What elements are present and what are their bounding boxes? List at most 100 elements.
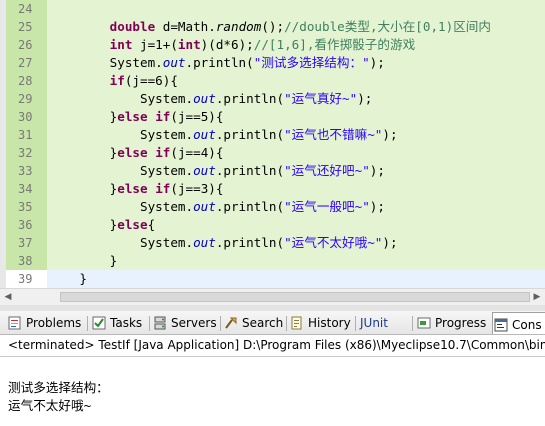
line-number: 33 <box>6 162 47 180</box>
scroll-left-icon[interactable]: ◀ <box>2 291 14 303</box>
code-text-area[interactable]: double d=Math.random();//double类型,大小在[0,… <box>47 0 545 288</box>
code-token: } <box>49 181 118 196</box>
line-number: 38 <box>6 252 47 270</box>
console-output-line: 测试多选择结构： <box>8 380 109 395</box>
code-token: j=1+( <box>132 37 178 52</box>
code-line[interactable]: System.out.println("运气还好吧~"); <box>47 162 545 180</box>
views-tab-bar: Problems Tasks Servers Search History JU… <box>0 311 545 335</box>
code-line[interactable]: } <box>47 252 545 270</box>
code-line[interactable] <box>47 0 545 18</box>
method-token: random <box>215 19 262 34</box>
line-number: 34 <box>6 180 47 198</box>
code-token: ); <box>382 235 398 250</box>
code-line[interactable]: } <box>47 270 545 288</box>
tab-label: Problems <box>26 316 82 330</box>
line-number: 35 <box>6 198 47 216</box>
tab-label: History <box>308 316 351 330</box>
tab-label: Progress <box>435 316 487 330</box>
string-token: "运气还好吧~" <box>284 163 370 178</box>
tab-label: JUnit <box>360 316 388 330</box>
code-token: } <box>49 271 87 286</box>
search-icon <box>223 315 239 331</box>
console-output[interactable]: 测试多选择结构： 运气不太好哦~ <box>0 357 545 426</box>
field-token: out <box>162 55 186 70</box>
line-number: 37 <box>6 234 47 252</box>
field-token: out <box>193 163 216 178</box>
tab-problems[interactable]: Problems <box>7 313 81 333</box>
tab-progress[interactable]: Progress <box>416 313 486 333</box>
servers-icon <box>152 315 168 331</box>
code-line[interactable]: if(j==6){ <box>47 72 545 90</box>
code-token: ); <box>357 91 373 106</box>
code-line[interactable]: System.out.println("运气真好~"); <box>47 90 545 108</box>
line-number: 30 <box>6 108 47 126</box>
code-line[interactable]: }else if(j==4){ <box>47 144 545 162</box>
code-token: .println( <box>215 235 285 250</box>
tab-console[interactable]: Cons <box>492 312 545 334</box>
line-number: 39 <box>18 272 33 286</box>
keyword-token: else <box>117 217 148 232</box>
code-line-text: double d=Math.random();//double类型,大小在[0,… <box>49 18 491 36</box>
code-line[interactable]: System.out.println("运气也不错嘛~"); <box>47 126 545 144</box>
code-token: (); <box>261 19 285 34</box>
scroll-right-icon[interactable]: ▶ <box>531 291 543 303</box>
keyword-token: else <box>117 181 148 196</box>
history-icon <box>289 315 305 331</box>
string-token: "运气真好~" <box>284 91 358 106</box>
code-token: } <box>49 253 118 268</box>
keyword-token: if <box>155 109 171 124</box>
code-token: .println( <box>215 91 285 106</box>
tab-separator <box>355 316 356 331</box>
keyword-token: if <box>155 181 171 196</box>
code-token: (j==4){ <box>170 145 224 160</box>
code-token: ); <box>369 163 385 178</box>
code-line-text: } <box>49 252 118 270</box>
code-line[interactable]: }else{ <box>47 216 545 234</box>
code-line-text: System.out.println("运气一般吧~"); <box>49 198 385 216</box>
code-line-text: System.out.println("运气还好吧~"); <box>49 162 385 180</box>
code-line[interactable]: }else if(j==3){ <box>47 180 545 198</box>
tab-search[interactable]: Search <box>223 313 283 333</box>
tab-history[interactable]: History <box>289 313 351 333</box>
keyword-token: else <box>117 145 148 160</box>
string-token: "测试多选择结构：" <box>253 55 370 70</box>
tab-junit[interactable]: JUnit <box>360 313 388 333</box>
line-number: 36 <box>6 216 47 234</box>
editor-horizontal-scrollbar[interactable]: ◀ ▶ <box>0 288 545 305</box>
code-line[interactable]: }else if(j==5){ <box>47 108 545 126</box>
code-line-text: int j=1+(int)(d*6);//[1,6],看作掷骰子的游戏 <box>49 36 416 54</box>
code-token: } <box>49 109 118 124</box>
field-token: out <box>193 127 216 142</box>
code-token: .println( <box>215 127 285 142</box>
scrollbar-thumb[interactable] <box>60 292 530 302</box>
code-editor[interactable]: 24 25 26 27 28 29 30 31 32 33 34 35 36 37 38 39 double … <box>0 0 545 288</box>
tab-tasks[interactable]: Tasks <box>91 313 142 333</box>
problems-icon <box>7 315 23 331</box>
tab-label: Servers <box>171 316 217 330</box>
code-line[interactable]: System.out.println("运气不太好哦~"); <box>47 234 545 252</box>
line-number-gutter: 24 25 26 27 28 29 30 31 32 33 34 35 36 37 38 39 <box>6 0 47 288</box>
code-token: (j==3){ <box>170 181 224 196</box>
comment-token: //double类型,大小在[0,1)区间内 <box>284 19 491 34</box>
code-token: System. <box>49 55 163 70</box>
line-number: 29 <box>6 90 47 108</box>
tab-servers[interactable]: Servers <box>152 313 217 333</box>
tasks-icon <box>91 315 107 331</box>
code-line[interactable]: System.out.println("运气一般吧~"); <box>47 198 545 216</box>
code-line-text: }else if(j==4){ <box>49 144 224 162</box>
line-number: 26 <box>6 36 47 54</box>
code-line-text: }else{ <box>49 216 156 234</box>
code-line[interactable]: double d=Math.random();//double类型,大小在[0,… <box>47 18 545 36</box>
code-token: )(d*6); <box>200 37 254 52</box>
tab-separator <box>220 316 221 331</box>
console-status-line: <terminated> TestIf [Java Application] D… <box>0 335 545 357</box>
code-token: System. <box>49 235 194 250</box>
line-number: 28 <box>6 72 47 90</box>
code-line-text: if(j==6){ <box>49 72 178 90</box>
code-line[interactable]: int j=1+(int)(d*6);//[1,6],看作掷骰子的游戏 <box>47 36 545 54</box>
code-token: (j==6){ <box>124 73 178 88</box>
code-line[interactable]: System.out.println("测试多选择结构："); <box>47 54 545 72</box>
code-token: ); <box>369 199 385 214</box>
